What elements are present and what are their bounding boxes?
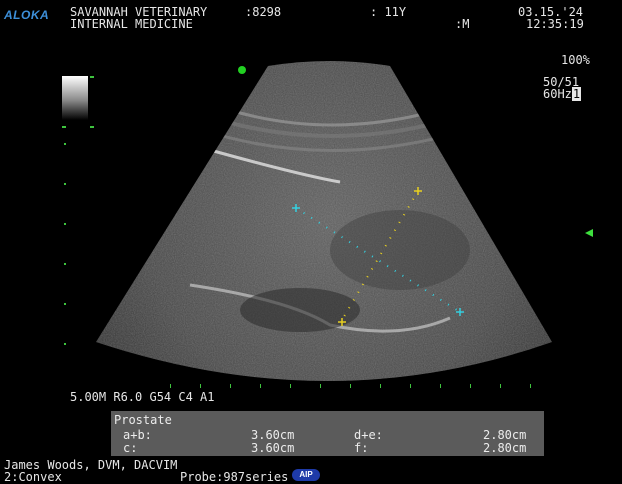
measurement-label: d+e: <box>354 428 383 442</box>
transducer-type: 2:Convex <box>4 470 62 484</box>
department-name: INTERNAL MEDICINE <box>70 17 193 31</box>
measurement-value: 2.80cm <box>483 441 527 455</box>
gain-percent: 100% <box>561 53 590 67</box>
grayscale-tick-icon <box>90 126 94 128</box>
orientation-dot-icon <box>238 66 246 74</box>
probe-model: Probe:987series <box>180 470 289 484</box>
measurement-value: 3.60cm <box>251 428 295 442</box>
measurement-label: c: <box>123 441 138 455</box>
depth-scale <box>64 143 66 345</box>
measurement-value: 2.80cm <box>483 428 527 442</box>
patient-id: :8298 <box>245 5 282 19</box>
lateral-scale <box>170 384 531 388</box>
measurement-panel: Prostate a+b: 3.60cm d+e: 2.80cm c: 3.60… <box>111 411 544 456</box>
frequency-readout: 60Hz1 <box>543 87 582 101</box>
aip-badge[interactable]: AIP <box>292 469 320 481</box>
exam-time: 12:35:19 <box>526 17 584 31</box>
imaging-parameters: 5.00M R6.0 G54 C4 A1 <box>70 390 215 404</box>
frequency-suffix: 1 <box>571 87 582 101</box>
grayscale-tick-icon <box>90 76 94 78</box>
measurement-title: Prostate <box>114 413 172 427</box>
aloka-logo: ALOKA <box>4 8 50 22</box>
grayscale-bar <box>62 76 88 120</box>
measurement-label: f: <box>354 441 369 455</box>
patient-age: : 11Y <box>370 5 407 19</box>
grayscale-tick-icon <box>62 126 66 128</box>
measurement-value: 3.60cm <box>251 441 295 455</box>
measurement-label: a+b: <box>123 428 152 442</box>
patient-sex: :M <box>455 17 470 31</box>
focus-marker-icon <box>585 229 593 237</box>
